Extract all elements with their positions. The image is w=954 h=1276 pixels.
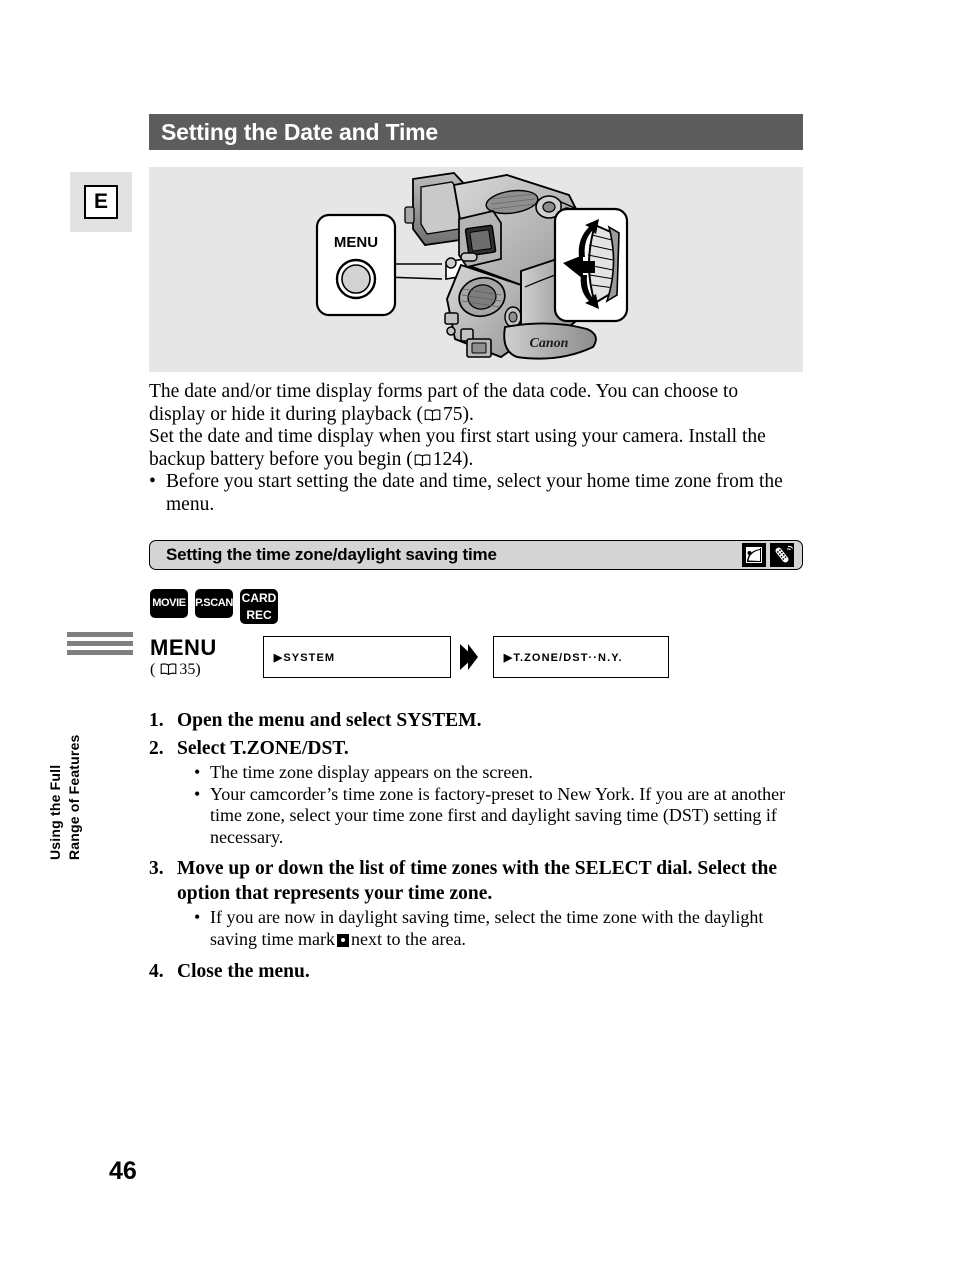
step-3-bullets: • If you are now in daylight saving time… [177, 907, 814, 950]
chapter-rule-group [67, 632, 133, 659]
step-1-heading: Open the menu and select SYSTEM. [177, 710, 482, 731]
page-number: 46 [109, 1157, 137, 1185]
step-2-bullets: • The time zone display appears on the s… [177, 762, 814, 848]
step-3-bullet-1-pre: If you are now in daylight saving time, … [210, 907, 764, 949]
intro-line-4-post: ). [461, 448, 474, 470]
menu-ref-page: 35 [179, 661, 196, 678]
step-3-bullet-1: • If you are now in daylight saving time… [194, 907, 814, 950]
step-2: 2. Select T.ZONE/DST. • The time zone di… [149, 736, 814, 848]
intro-line-2-pre: display or hide it during playback ( [149, 403, 424, 425]
book-page-icon [414, 450, 431, 466]
menu-callout: MENU [315, 213, 397, 317]
steps-list: 1. Open the menu and select SYSTEM. 2. S… [149, 708, 814, 987]
step-3: 3. Move up or down the list of time zone… [149, 856, 814, 950]
brand-wordmark: Canon [530, 336, 569, 351]
step-3-number: 3. [149, 858, 164, 879]
menu-ref-close: ) [195, 661, 201, 678]
intro-line-4: backup battery before you begin ( 124). [149, 449, 809, 472]
menu-flow-label-group: MENU ( 35) [150, 636, 217, 679]
step-3-bullet-1-post: next to the area. [350, 928, 466, 949]
camcorder-illustration-panel: Canon MENU [149, 167, 803, 372]
bullet-dot: • [194, 783, 201, 804]
subsection-icon-group [742, 543, 802, 567]
intro-bullet: • Before you start setting the date and … [149, 471, 809, 516]
intro-bullet-text: Before you start setting the date and ti… [166, 471, 783, 515]
chapter-rule-bar-1 [67, 632, 133, 637]
camcorder-illustration: Canon MENU [315, 172, 629, 360]
chapter-rule-bar-3 [67, 650, 133, 655]
chapter-label: Using the Full Range of Features [47, 734, 82, 860]
menu-screen-system[interactable]: ▶SYSTEM [262, 636, 451, 678]
page-title: Setting the Date and Time [149, 114, 803, 150]
mode-badge-group: MOVIE P.SCAN CARD REC [150, 589, 278, 624]
menu-word: MENU [150, 635, 217, 660]
pscan-mode-badge: P.SCAN [195, 589, 233, 618]
menu-button-inner [341, 264, 371, 294]
card-rec-line-2: REC [246, 608, 272, 622]
intro-line-1: The date and/or time display forms part … [149, 381, 739, 402]
step-4: 4. Close the menu. [149, 959, 814, 984]
menu-screen-tzone-dst[interactable]: ▶T.ZONE/DST··N.Y. [492, 636, 669, 678]
menu-flow-diagram: MENU ( 35) ▶SYSTEM ▶T.ZONE/DST··N.Y. [150, 636, 669, 679]
card-rec-line-1: CARD [241, 591, 277, 605]
book-page-icon [160, 662, 177, 676]
card-rec-mode-badge: CARD REC [240, 589, 278, 624]
camera-lcd-icon [742, 543, 766, 567]
language-tab: E [70, 172, 132, 232]
intro-line-2-post: ). [462, 403, 474, 425]
step-2-bullet-2: • Your camcorder’s time zone is factory-… [194, 784, 814, 849]
book-page-icon [424, 405, 441, 421]
menu-ref-open: ( [150, 661, 160, 678]
bullet-dot: • [194, 762, 201, 782]
step-2-bullet-1: • The time zone display appears on the s… [194, 762, 814, 784]
bullet-dot: • [194, 907, 201, 927]
intro-line-3: Set the date and time display when you f… [149, 426, 766, 448]
step-2-bullet-2-text: Your camcorder’s time zone is factory-pr… [210, 783, 786, 847]
step-1-number: 1. [149, 710, 164, 731]
subsection-title: Setting the time zone/daylight saving ti… [166, 545, 497, 564]
intro-text-block: The date and/or time display forms part … [149, 381, 809, 517]
menu-page-reference: ( 35) [150, 661, 217, 679]
intro-line-4-pre: backup battery before you begin ( [149, 448, 413, 470]
chapter-rule-bar-2 [67, 641, 133, 646]
step-2-bullet-1-text: The time zone display appears on the scr… [210, 762, 533, 782]
movie-mode-badge: MOVIE [150, 589, 188, 618]
language-tab-letter: E [84, 185, 118, 219]
step-2-number: 2. [149, 738, 164, 759]
menu-callout-label: MENU [334, 234, 378, 251]
daylight-saving-mark-icon [336, 933, 349, 947]
remote-control-icon [770, 543, 794, 567]
intro-line-4-ref: 124 [432, 448, 462, 470]
step-3-heading: Move up or down the list of time zones w… [177, 858, 777, 904]
intro-line-2: display or hide it during playback ( 75). [149, 404, 809, 427]
subsection-header: Setting the time zone/daylight saving ti… [149, 540, 803, 570]
step-4-heading: Close the menu. [177, 961, 310, 982]
step-2-heading: Select T.ZONE/DST. [177, 738, 349, 759]
intro-line-2-ref: 75 [443, 403, 463, 425]
step-3-bullet-1-text: If you are now in daylight saving time, … [210, 907, 814, 950]
step-1: 1. Open the menu and select SYSTEM. [149, 708, 814, 733]
step-4-number: 4. [149, 961, 164, 982]
bullet-dot: • [149, 471, 156, 493]
flow-arrow-icon [457, 636, 479, 678]
select-dial-callout [553, 207, 629, 323]
